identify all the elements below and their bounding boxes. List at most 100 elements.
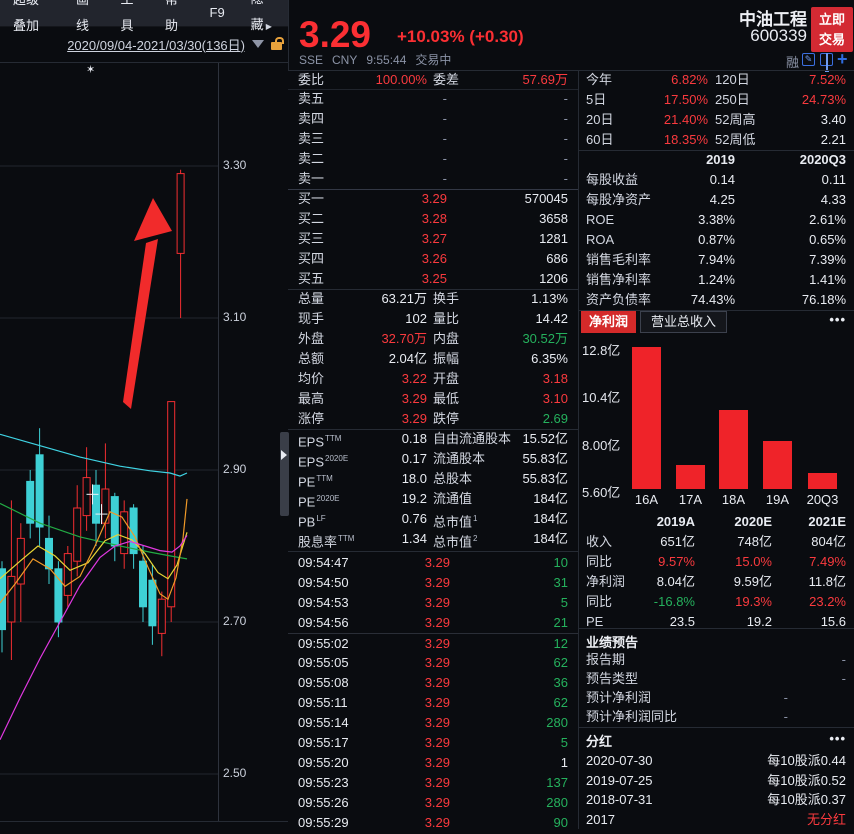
valuation-row-value1: 0.17	[402, 449, 427, 469]
weibi-value: 100.00%	[376, 70, 427, 89]
buy-row[interactable]: 买四3.26686	[288, 249, 578, 269]
timesales-row[interactable]: 09:54:473.2910	[288, 553, 578, 573]
add-watchlist-icon[interactable]: +	[837, 49, 848, 70]
financial-table: 20192020Q3每股收益0.140.11每股净资产4.254.33ROE3.…	[578, 150, 854, 310]
time-sales-list[interactable]: 09:54:473.291009:54:503.293109:54:533.29…	[288, 551, 578, 829]
stat-row-label1: 外盘	[298, 329, 324, 349]
stat-row-value1: 32.70万	[381, 329, 427, 349]
earnings-forecast-row: 预告类型-	[578, 669, 854, 688]
valuation-row-value2: 184亿	[533, 509, 568, 529]
label-superscript: TTM	[325, 434, 341, 443]
sell-row[interactable]: 卖五--	[288, 89, 578, 109]
forecast-value: 23.2%	[809, 592, 846, 612]
valuation-row: 股息率TTM1.34总市值2184亿	[288, 529, 578, 549]
financial-value-2019: 1.24%	[698, 270, 735, 290]
star-marker: ✶	[86, 63, 95, 76]
forecast-label: 同比	[586, 552, 612, 572]
timesales-row[interactable]: 09:55:083.2936	[288, 673, 578, 693]
dividend-more-icon[interactable]: •••	[829, 731, 846, 746]
tick-time: 09:55:23	[298, 773, 349, 793]
sell-row[interactable]: 卖一--	[288, 169, 578, 189]
arrow-annotation	[123, 239, 158, 409]
timesales-row[interactable]: 09:55:143.29280	[288, 713, 578, 733]
stat-row-label1: 现手	[298, 309, 324, 329]
forecast-value: 804亿	[811, 532, 846, 552]
timesales-row[interactable]: 09:55:113.2962	[288, 693, 578, 713]
buy-row[interactable]: 买三3.271281	[288, 229, 578, 249]
buy-qty: 570045	[525, 189, 568, 209]
buy-level-label: 买一	[298, 189, 324, 209]
stat-row-value1: 63.21万	[381, 289, 427, 309]
earnings-forecast-value: -	[842, 669, 846, 688]
stat-row-label2: 振幅	[433, 349, 459, 369]
timesales-row[interactable]: 09:55:203.291	[288, 753, 578, 773]
bar-chart-xtick: 18A	[712, 492, 756, 507]
dividend-date: 2017	[586, 810, 615, 829]
trade-now-button[interactable]: 立即 交易	[811, 7, 853, 52]
sell-row[interactable]: 卖三--	[288, 129, 578, 149]
tab-revenue[interactable]: 营业总收入	[640, 311, 727, 333]
timesales-row[interactable]: 09:55:233.29137	[288, 773, 578, 793]
tick-price: 3.29	[425, 713, 450, 733]
timesales-row[interactable]: 09:54:503.2931	[288, 573, 578, 593]
divider	[578, 70, 579, 829]
sell-qty: -	[564, 89, 568, 109]
period-value2: 24.73%	[802, 90, 846, 110]
tab-net-profit[interactable]: 净利润	[581, 311, 636, 333]
financial-label: 每股收益	[586, 170, 638, 190]
buy-row[interactable]: 买二3.283658	[288, 209, 578, 229]
bar-19A	[763, 441, 792, 489]
price-axis-label: 2.70	[223, 614, 246, 628]
period-returns: 今年6.82%120日7.52%5日17.50%250日24.73%20日21.…	[578, 70, 854, 150]
tick-time: 09:54:50	[298, 573, 349, 593]
exchange-label: SSE	[299, 53, 323, 67]
edit-icon[interactable]: ✎	[802, 53, 815, 66]
timesales-row[interactable]: 09:55:023.2912	[288, 634, 578, 654]
more-menu-icon[interactable]: •••	[829, 312, 846, 327]
buy-price: 3.28	[422, 209, 447, 229]
forecast-value: 19.3%	[735, 592, 772, 612]
financial-value-2019: 0.14	[710, 170, 735, 190]
timesales-row[interactable]: 09:54:563.2921	[288, 613, 578, 634]
timesales-row[interactable]: 09:55:173.295	[288, 733, 578, 753]
stat-row-value2: 6.35%	[531, 349, 568, 369]
sell-qty: -	[564, 169, 568, 189]
financial-label: ROE	[586, 210, 614, 230]
forecast-value: 748亿	[737, 532, 772, 552]
sell-row[interactable]: 卖二--	[288, 149, 578, 169]
valuation-row-label2: 自由流通股本	[433, 429, 511, 449]
price-axis-label: 2.90	[223, 462, 246, 476]
timesales-row[interactable]: 09:55:263.29280	[288, 793, 578, 813]
quote-stats: 总量63.21万换手1.13%现手102量比14.42外盘32.70万内盘30.…	[288, 289, 578, 429]
timesales-row[interactable]: 09:55:293.2990	[288, 813, 578, 829]
buy-row[interactable]: 买五3.251206	[288, 269, 578, 289]
buy-row[interactable]: 买一3.29570045	[288, 189, 578, 209]
timesales-row[interactable]: 09:55:053.2962	[288, 653, 578, 673]
tick-time: 09:55:02	[298, 634, 349, 654]
tick-time: 09:55:14	[298, 713, 349, 733]
sell-row[interactable]: 卖四--	[288, 109, 578, 129]
buy-queue: 买一3.29570045买二3.283658买三3.271281买四3.2668…	[288, 189, 578, 289]
quote-header: 3.29 +10.03% (+0.30) SSECNY9:55:44交易中 中油…	[288, 0, 854, 70]
arrow-annotation	[134, 198, 172, 241]
timesales-row[interactable]: 09:54:533.295	[288, 593, 578, 613]
label-superscript: 1	[473, 514, 477, 523]
forecast-value: 15.0%	[735, 552, 772, 572]
divider	[288, 551, 578, 552]
tick-price: 3.29	[425, 553, 450, 573]
sell-price: -	[443, 129, 447, 149]
valuation-stats: EPSTTM0.18自由流通股本15.52亿EPS2020E0.17流通股本55…	[288, 429, 578, 551]
financial-value-2019: 3.38%	[698, 210, 735, 230]
stat-row-label1: 总量	[298, 289, 324, 309]
net-profit-bar-chart: 12.8亿10.4亿8.00亿5.60亿16A17A18A19A20Q3	[578, 334, 854, 512]
period-label1: 60日	[586, 130, 613, 150]
valuation-row: PBLF0.76总市值1184亿	[288, 509, 578, 529]
financial-row: 销售毛利率7.94%7.39%	[578, 250, 854, 270]
sell-qty: -	[564, 129, 568, 149]
financial-value-2019: 74.43%	[691, 290, 735, 310]
earnings-forecast-label: 报告期	[586, 650, 625, 669]
financial-header-row: 20192020Q3	[578, 150, 854, 170]
alert-bell-icon[interactable]	[820, 53, 833, 66]
kline-chart[interactable]: 3.303.102.902.702.50	[0, 0, 288, 829]
tick-qty: 90	[554, 813, 568, 829]
